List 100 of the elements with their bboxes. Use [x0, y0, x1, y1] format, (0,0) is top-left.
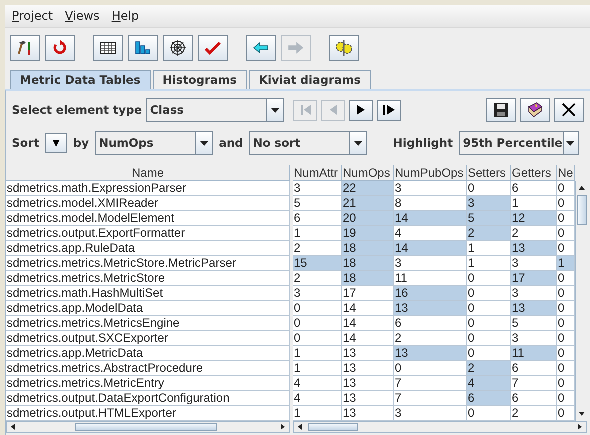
- table-cell: 1: [557, 256, 575, 271]
- element-type-label: Select element type: [12, 103, 142, 117]
- table-cell: sdmetrics.math.ExpressionParser: [6, 181, 290, 196]
- table-cell: 0: [467, 286, 511, 301]
- right-arrow-icon[interactable]: [576, 423, 584, 431]
- table-cell: 0: [467, 316, 511, 331]
- navigation-button[interactable]: [377, 100, 402, 120]
- table-cell: 19: [342, 226, 394, 241]
- table-cell: 0: [557, 301, 575, 316]
- table-cell: 0: [557, 181, 575, 196]
- table-cell: 18: [342, 256, 394, 271]
- last-icon: [382, 104, 396, 116]
- checkmark-icon: [204, 39, 222, 57]
- toolbar-button[interactable]: [486, 98, 516, 122]
- table-cell: sdmetrics.output.ExportFormatter: [6, 226, 290, 241]
- table-cell: sdmetrics.app.RuleData: [6, 241, 290, 256]
- table-cell: 1: [467, 256, 511, 271]
- scrollbar-thumb[interactable]: [75, 423, 217, 431]
- sort-label: Sort: [12, 136, 40, 150]
- column-header[interactable]: Getters: [511, 165, 557, 181]
- table-cell: sdmetrics.model.ModelElement: [6, 211, 290, 226]
- bar-chart-icon: [134, 39, 152, 57]
- horizontal-scrollbar[interactable]: [293, 421, 587, 433]
- table-cell: 2: [293, 241, 342, 256]
- close-icon: [561, 102, 577, 118]
- dropdown[interactable]: 95th Percentile: [459, 131, 580, 155]
- left-arrow-icon[interactable]: [9, 423, 17, 431]
- table-cell: 2: [467, 226, 511, 241]
- table-cell: 1: [467, 241, 511, 256]
- book-icon: [527, 102, 543, 118]
- sort-direction-button[interactable]: ▼: [45, 133, 68, 153]
- table-cell: 14: [394, 241, 467, 256]
- table-cell: 0: [467, 271, 511, 286]
- table-cell: 0: [557, 406, 575, 421]
- table-cell: 8: [394, 196, 467, 211]
- column-header[interactable]: NumAttr: [293, 165, 342, 181]
- toolbar-button[interactable]: [128, 35, 158, 61]
- table-cell: 3: [511, 331, 557, 346]
- table-cell: 13: [342, 376, 394, 391]
- table-icon: [99, 39, 117, 57]
- table-cell: 0: [557, 271, 575, 286]
- table-cell: 0: [557, 376, 575, 391]
- toolbar-button[interactable]: [93, 35, 123, 61]
- table-cell: 2: [394, 331, 467, 346]
- table-cell: 0: [557, 226, 575, 241]
- dropdown[interactable]: Class: [146, 98, 284, 122]
- column-header[interactable]: NumPubOps: [394, 165, 467, 181]
- down-arrow-icon[interactable]: [578, 410, 586, 418]
- highlight-label: Highlight: [393, 136, 454, 150]
- menu-item[interactable]: Project: [12, 9, 54, 23]
- table-cell: 0: [467, 331, 511, 346]
- navigation-button[interactable]: [349, 100, 374, 120]
- table-cell: 0: [467, 406, 511, 421]
- column-header[interactable]: NumOps: [342, 165, 394, 181]
- menu-item[interactable]: Help: [112, 9, 140, 23]
- table-cell: 0: [293, 331, 342, 346]
- column-header[interactable]: Ne: [557, 165, 575, 181]
- table-cell: 0: [394, 361, 467, 376]
- table-cell: 3: [394, 181, 467, 196]
- menu-item[interactable]: Views: [65, 9, 100, 23]
- toolbar-button[interactable]: [10, 35, 40, 61]
- table-cell: sdmetrics.math.HashMultiSet: [6, 286, 290, 301]
- table-cell: 2: [467, 361, 511, 376]
- up-arrow-icon[interactable]: [578, 184, 586, 192]
- toolbar-button[interactable]: [329, 35, 359, 61]
- toolbar-button[interactable]: [163, 35, 193, 61]
- table-cell: 0: [293, 316, 342, 331]
- scrollbar-thumb[interactable]: [577, 195, 587, 225]
- table-cell: 0: [467, 181, 511, 196]
- table-cell: 3: [394, 256, 467, 271]
- tab[interactable]: Metric Data Tables: [10, 70, 151, 89]
- column-header[interactable]: Setters: [467, 165, 511, 181]
- caret-icon: [566, 140, 576, 146]
- table-cell: 0: [557, 316, 575, 331]
- table-cell: 5: [511, 316, 557, 331]
- table-cell: 4: [394, 226, 467, 241]
- horizontal-scrollbar[interactable]: [6, 421, 290, 433]
- table-cell: 0: [557, 196, 575, 211]
- table-cell: 13: [394, 301, 467, 316]
- table-cell: 12: [511, 211, 557, 226]
- table-cell: 18: [342, 271, 394, 286]
- scrollbar-thumb[interactable]: [308, 423, 358, 431]
- table-cell: 13: [342, 346, 394, 361]
- first-icon: [298, 104, 312, 116]
- close-button[interactable]: [554, 98, 584, 122]
- dropdown[interactable]: No sort: [249, 131, 368, 155]
- table-cell: 2: [511, 406, 557, 421]
- dropdown[interactable]: NumOps: [95, 131, 214, 155]
- table-cell: 1: [511, 196, 557, 211]
- table-cell: 5: [293, 196, 342, 211]
- column-header[interactable]: Name: [6, 165, 290, 181]
- table-cell: 7: [511, 376, 557, 391]
- tab[interactable]: Histograms: [152, 70, 247, 89]
- left-arrow-icon[interactable]: [296, 423, 304, 431]
- and-label: and: [219, 136, 244, 150]
- toolbar-button[interactable]: [520, 98, 550, 122]
- table-cell: 17: [342, 286, 394, 301]
- table-cell: 0: [467, 301, 511, 316]
- tab[interactable]: Kiviat diagrams: [249, 70, 371, 89]
- right-arrow-icon[interactable]: [279, 423, 287, 431]
